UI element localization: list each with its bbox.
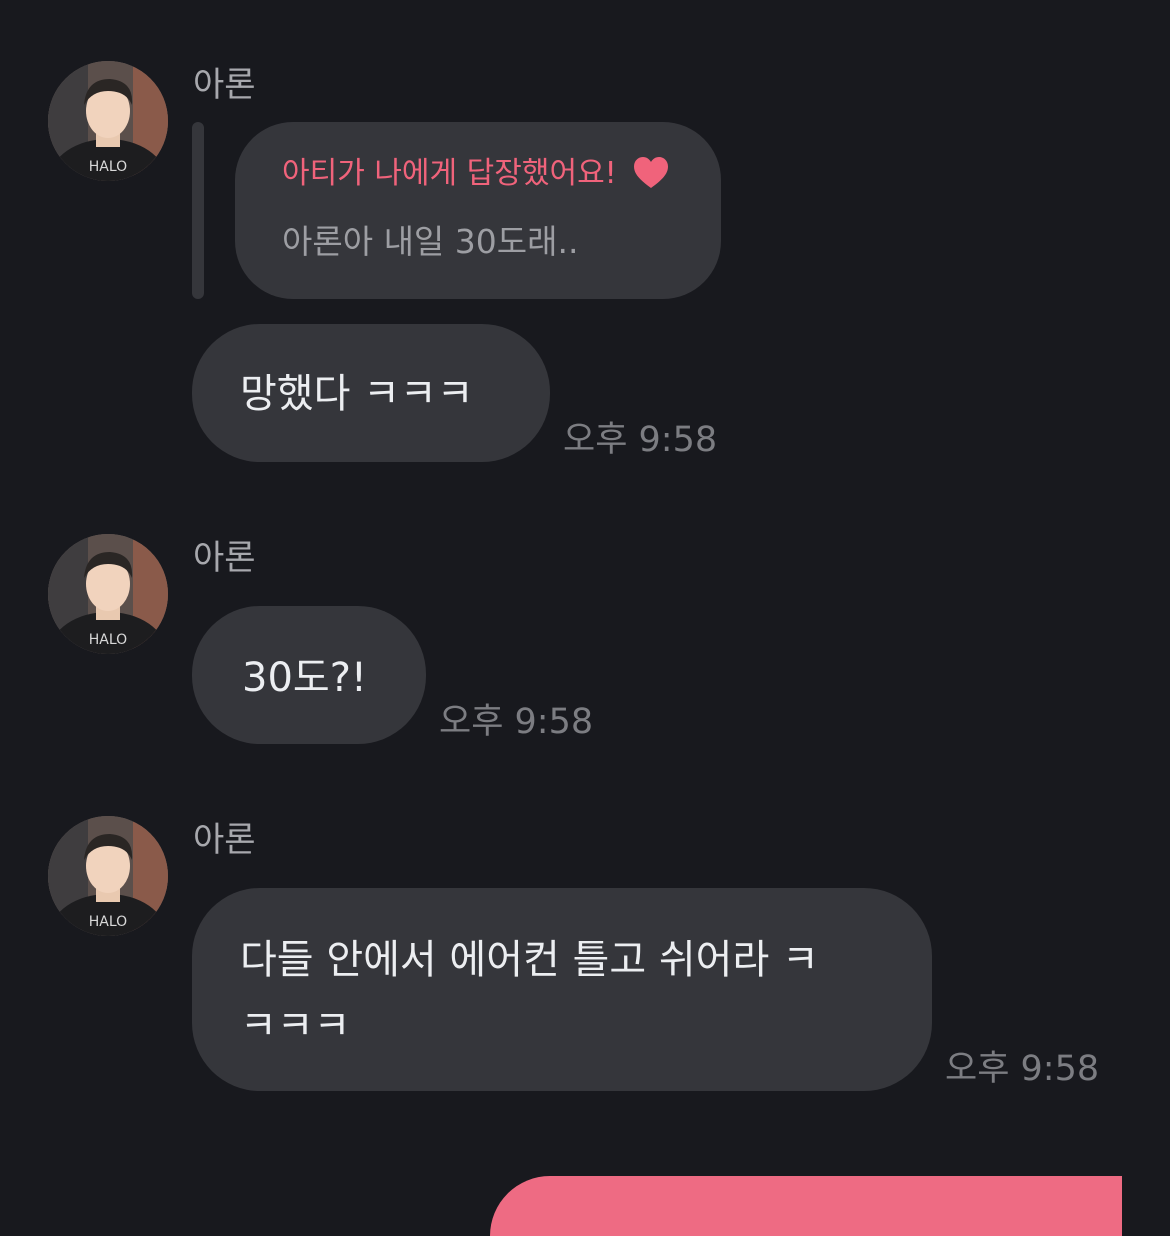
message-time: 오후 9:58 — [439, 702, 594, 742]
message-text: 30도?! — [242, 655, 367, 701]
sender-name: 아론 — [193, 538, 256, 578]
message-bubble[interactable]: 30도?! — [192, 606, 426, 744]
message-text-line1: 다들 안에서 에어컨 틀고 쉬어라 ㅋ — [240, 937, 819, 983]
message-time: 오후 9:58 — [945, 1049, 1100, 1089]
reply-title: 아티가 나에게 답장했어요! — [282, 156, 617, 191]
outgoing-message-bubble[interactable] — [490, 1176, 1122, 1236]
reply-indicator-bar — [192, 122, 204, 299]
avatar[interactable]: HALO — [48, 816, 168, 936]
svg-text:HALO: HALO — [89, 632, 127, 648]
message-bubble[interactable]: 다들 안에서 에어컨 틀고 쉬어라 ㅋ ㅋㅋㅋ — [192, 888, 932, 1091]
svg-text:HALO: HALO — [89, 159, 127, 175]
avatar[interactable]: HALO — [48, 61, 168, 181]
svg-text:HALO: HALO — [89, 914, 127, 930]
reply-quote: 아론아 내일 30도래.. — [282, 222, 579, 261]
message-text: 망했다 ㅋㅋㅋ — [240, 371, 474, 417]
message-time: 오후 9:58 — [563, 420, 718, 460]
heart-icon — [634, 157, 668, 193]
message-text-line2: ㅋㅋㅋ — [240, 1003, 351, 1049]
avatar[interactable]: HALO — [48, 534, 168, 654]
message-bubble[interactable]: 망했다 ㅋㅋㅋ — [192, 324, 550, 462]
sender-name: 아론 — [193, 820, 256, 860]
sender-name: 아론 — [193, 65, 256, 105]
reply-card[interactable] — [235, 122, 721, 299]
